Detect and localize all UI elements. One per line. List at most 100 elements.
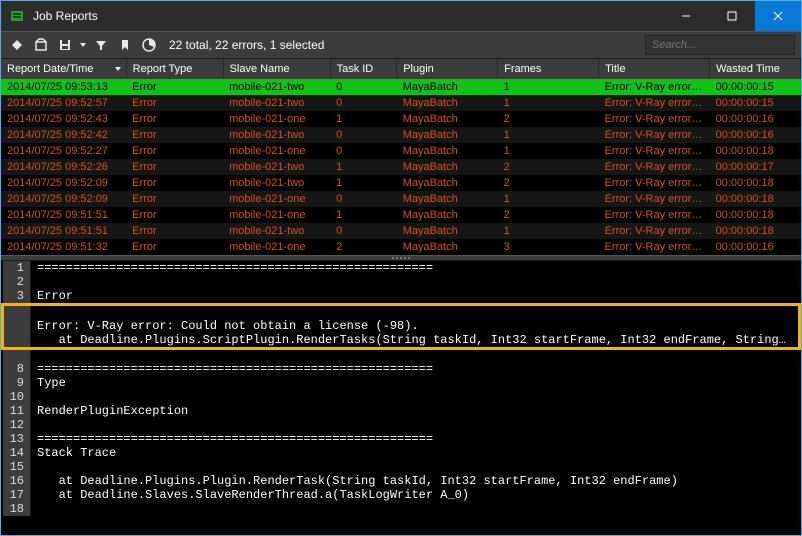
cell-plugin: MayaBatch	[397, 111, 498, 127]
cell-frames: 1	[498, 95, 599, 111]
reports-table[interactable]: Report Date/TimeReport TypeSlave NameTas…	[1, 59, 801, 255]
log-line: 13======================================…	[3, 432, 800, 446]
refresh-button[interactable]	[7, 35, 27, 55]
cell-title: Error: V-Ray error: ...	[599, 191, 710, 207]
cell-title: Error: V-Ray error: ...	[599, 95, 710, 111]
table-row[interactable]: 2014/07/25 09:52:43Errormobile-021-one1M…	[1, 111, 801, 127]
column-header[interactable]: Slave Name	[223, 59, 330, 79]
cell-slave: mobile-021-two	[223, 127, 330, 143]
log-line: 15	[3, 460, 800, 474]
cell-title: Error: V-Ray error: ...	[599, 207, 710, 223]
log-line: Error: V-Ray error: Could not obtain a l…	[3, 319, 800, 333]
cell-task: 0	[330, 127, 397, 143]
column-header[interactable]: Wasted Time	[710, 59, 801, 79]
cell-slave: mobile-021-one	[223, 111, 330, 127]
title-bar: Job Reports	[1, 1, 801, 31]
cell-type: Error	[126, 175, 223, 191]
cell-plugin: MayaBatch	[397, 191, 498, 207]
cell-title: Error: V-Ray error: ...	[599, 159, 710, 175]
maximize-button[interactable]	[709, 1, 755, 31]
log-line: 3Error	[3, 289, 800, 305]
log-line: 2	[3, 275, 800, 289]
sort-desc-icon	[114, 64, 122, 76]
cell-frames: 2	[498, 207, 599, 223]
cell-frames: 2	[498, 175, 599, 191]
cell-frames: 1	[498, 127, 599, 143]
table-row[interactable]: 2014/07/25 09:52:26Errormobile-021-two1M…	[1, 159, 801, 175]
cell-slave: mobile-021-two	[223, 159, 330, 175]
cell-wt: 00:00:00:18	[710, 143, 801, 159]
table-row[interactable]: 2014/07/25 09:51:32Errormobile-021-one2M…	[1, 239, 801, 255]
window-title: Job Reports	[33, 9, 663, 23]
cell-plugin: MayaBatch	[397, 95, 498, 111]
search-input[interactable]	[645, 35, 795, 55]
log-line	[3, 305, 800, 319]
save-dropdown[interactable]	[79, 35, 87, 55]
log-line: at Deadline.Plugins.ScriptPlugin.RenderT…	[3, 333, 800, 349]
filter-button[interactable]	[91, 35, 111, 55]
cell-title: Error: V-Ray error: ...	[599, 127, 710, 143]
cell-title: Error: V-Ray error: ...	[599, 239, 710, 255]
table-row[interactable]: 2014/07/25 09:53:13Errormobile-021-two0M…	[1, 79, 801, 95]
minimize-button[interactable]	[663, 1, 709, 31]
column-header[interactable]: Report Date/Time	[1, 59, 126, 79]
cell-frames: 1	[498, 79, 599, 95]
column-header[interactable]: Plugin	[397, 59, 498, 79]
cell-plugin: MayaBatch	[397, 223, 498, 239]
column-header[interactable]: Frames	[498, 59, 599, 79]
table-row[interactable]: 2014/07/25 09:52:27Errormobile-021-one0M…	[1, 143, 801, 159]
table-row[interactable]: 2014/07/25 09:52:57Errormobile-021-two0M…	[1, 95, 801, 111]
cell-task: 0	[330, 95, 397, 111]
close-button[interactable]	[755, 1, 801, 31]
status-text: 22 total, 22 errors, 1 selected	[169, 38, 641, 52]
column-header[interactable]: Task ID	[330, 59, 397, 79]
cell-frames: 3	[498, 239, 599, 255]
cell-plugin: MayaBatch	[397, 207, 498, 223]
cell-type: Error	[126, 143, 223, 159]
cell-wt: 00:00:00:16	[710, 111, 801, 127]
cell-dt: 2014/07/25 09:52:09	[1, 191, 126, 207]
cell-plugin: MayaBatch	[397, 159, 498, 175]
cell-slave: mobile-021-two	[223, 95, 330, 111]
cell-title: Error: V-Ray error: ...	[599, 175, 710, 191]
bookmark-button[interactable]	[115, 35, 135, 55]
cell-dt: 2014/07/25 09:51:51	[1, 207, 126, 223]
table-row[interactable]: 2014/07/25 09:52:42Errormobile-021-two0M…	[1, 127, 801, 143]
app-icon	[9, 8, 25, 24]
cell-title: Error: V-Ray error: ...	[599, 79, 710, 95]
cell-task: 1	[330, 207, 397, 223]
column-header[interactable]: Title	[599, 59, 710, 79]
log-panel[interactable]: 1=======================================…	[1, 261, 801, 535]
cell-task: 1	[330, 111, 397, 127]
cell-task: 0	[330, 223, 397, 239]
table-row[interactable]: 2014/07/25 09:52:09Errormobile-021-one0M…	[1, 191, 801, 207]
cell-wt: 00:00:00:17	[710, 159, 801, 175]
open-button[interactable]	[31, 35, 51, 55]
save-button[interactable]	[55, 35, 75, 55]
log-line: 10	[3, 390, 800, 404]
cell-wt: 00:00:00:18	[710, 175, 801, 191]
cell-dt: 2014/07/25 09:52:09	[1, 175, 126, 191]
cell-slave: mobile-021-one	[223, 207, 330, 223]
cell-frames: 1	[498, 223, 599, 239]
toolbar: 22 total, 22 errors, 1 selected	[1, 31, 801, 59]
cell-frames: 1	[498, 191, 599, 207]
cell-dt: 2014/07/25 09:51:51	[1, 223, 126, 239]
cell-dt: 2014/07/25 09:51:32	[1, 239, 126, 255]
cell-title: Error: V-Ray error: ...	[599, 143, 710, 159]
log-line: 9Type	[3, 376, 800, 390]
cell-dt: 2014/07/25 09:52:42	[1, 127, 126, 143]
column-header[interactable]: Report Type	[126, 59, 223, 79]
table-row[interactable]: 2014/07/25 09:52:09Errormobile-021-two1M…	[1, 175, 801, 191]
cell-type: Error	[126, 79, 223, 95]
table-row[interactable]: 2014/07/25 09:51:51Errormobile-021-one1M…	[1, 207, 801, 223]
cell-frames: 2	[498, 159, 599, 175]
log-line: 12	[3, 418, 800, 432]
stats-button[interactable]	[139, 35, 159, 55]
cell-slave: mobile-021-one	[223, 143, 330, 159]
cell-dt: 2014/07/25 09:52:27	[1, 143, 126, 159]
table-row[interactable]: 2014/07/25 09:51:51Errormobile-021-two0M…	[1, 223, 801, 239]
cell-wt: 00:00:00:15	[710, 95, 801, 111]
cell-wt: 00:00:00:18	[710, 191, 801, 207]
cell-wt: 00:00:00:16	[710, 127, 801, 143]
